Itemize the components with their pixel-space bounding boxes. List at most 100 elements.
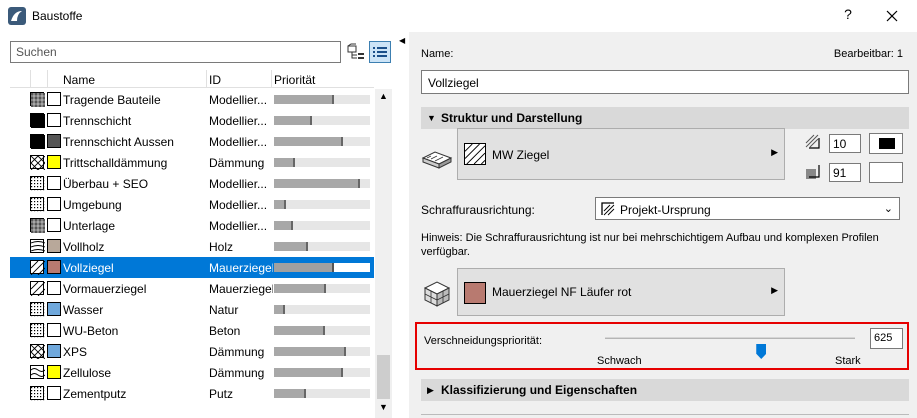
list-item[interactable]: Vollholz Holz [10,236,374,257]
list-item[interactable]: Wasser Natur [10,299,374,320]
material-name: Trennschicht Aussen [63,135,174,149]
app-logo-icon [8,7,26,25]
priority-bar-fill [274,116,313,125]
hatch-swatch-icon [30,302,45,317]
priority-bar-fill [274,263,335,272]
priority-bar [274,95,370,104]
hatch-origin-icon [601,202,615,216]
list-item[interactable]: Zementputz Putz [10,383,374,404]
hatch-swatch-icon [30,323,45,338]
close-button[interactable] [880,6,904,26]
name-label: Name: [421,48,454,60]
hatch-swatch-icon [30,113,45,128]
list-item[interactable]: WU-Beton Beton [10,320,374,341]
hatch-swatch-icon [30,344,45,359]
list-item[interactable]: XPS Dämmung [10,341,374,362]
color-swatch [47,176,61,190]
material-name-field[interactable]: Vollziegel [421,70,909,94]
material-name: Trennschicht [63,114,132,128]
fill-picker-button[interactable]: MW Ziegel ▶ [457,128,785,180]
list-item[interactable]: Trittschalldämmung Dämmung [10,152,374,173]
hatch-pen-icon [805,134,820,149]
material-id: Holz [209,240,234,254]
material-name: Vollholz [63,240,105,254]
hatch-pen-number-field[interactable]: 10 [829,134,861,153]
material-name: Vormauerziegel [63,282,147,296]
surface-picker-button[interactable]: Mauerziegel NF Läufer rot ▶ [457,268,785,316]
scroll-up-icon[interactable]: ▲ [375,91,392,105]
color-swatch [47,113,61,127]
collapsed-triangle-icon: ▶ [427,385,434,395]
priority-bar [274,326,370,335]
color-swatch [47,260,61,274]
list-item[interactable]: Überbau + SEO Modellier... [10,173,374,194]
list-scrollbar[interactable]: ▲ ▼ [375,89,392,418]
list-view-button[interactable] [369,41,391,63]
list-item[interactable]: Trennschicht Modellier... [10,110,374,131]
column-header-priority[interactable]: Priorität [274,73,315,87]
priority-bar-fill [274,347,346,356]
material-name: Überbau + SEO [63,177,149,191]
scroll-down-icon[interactable]: ▼ [375,402,392,416]
priority-bar-fill [274,242,308,251]
hatch-orientation-select[interactable]: Projekt-Ursprung ⌄ [595,197,900,220]
pane-splitter[interactable]: ◀ [394,32,408,418]
title-bar: Baustoffe ? [0,0,917,32]
list-item[interactable]: Umgebung Modellier... [10,194,374,215]
hatch-swatch-icon [30,197,45,212]
material-id: Beton [209,324,241,338]
color-swatch [47,197,61,211]
structure-section-header[interactable]: ▼ Struktur und Darstellung [421,107,909,129]
material-id: Mauerziegel [209,282,273,296]
material-id: Modellier... [209,114,268,128]
fill-name: MW Ziegel [492,148,550,162]
priority-bar [274,242,370,251]
background-pen-color-swatch[interactable] [869,162,903,183]
list-item[interactable]: Trennschicht Aussen Modellier... [10,131,374,152]
list-view-icon [373,47,387,57]
priority-bar-fill [274,284,326,293]
classification-section-header[interactable]: ▶ Klassifizierung und Eigenschaften [421,379,909,401]
material-id: Dämmung [209,156,265,170]
hatch-swatch-icon [30,92,45,107]
priority-bar-fill [274,200,287,209]
scrollbar-thumb[interactable] [377,355,390,399]
priority-bar-fill [274,158,296,167]
color-swatch [47,386,61,400]
help-button[interactable]: ? [836,6,860,26]
priority-value-field[interactable]: 625 [870,328,903,349]
column-header-name[interactable]: Name [63,73,95,87]
material-name: Wasser [63,303,104,317]
background-pen-number-field[interactable]: 91 [829,163,861,182]
priority-bar-fill [274,95,334,104]
list-item[interactable]: Zellulose Dämmung [10,362,374,383]
material-editor: Name: Bearbeitbar: 1 Vollziegel ▼ Strukt… [409,32,917,418]
structure-section-title: Struktur und Darstellung [441,111,583,125]
search-input[interactable]: Suchen [10,41,341,63]
material-id: Natur [209,303,239,317]
list-item[interactable]: Unterlage Modellier... [10,215,374,236]
pen-color-black [879,138,895,149]
color-swatch [47,344,61,358]
folder-tree-icon [347,43,364,59]
folder-view-button[interactable] [346,42,366,62]
list-item[interactable]: Vormauerziegel Mauerziegel [10,278,374,299]
color-swatch [47,92,61,106]
list-item[interactable]: Tragende Bauteile Modellier... [10,89,374,110]
color-swatch [47,155,61,169]
list-header: Name ID Priorität [10,70,374,88]
hatch-pen-color-swatch[interactable] [869,133,903,154]
chevron-right-icon: ▶ [771,147,778,157]
list-item[interactable]: Vollziegel Mauerziegel [10,257,374,278]
collapse-left-icon[interactable]: ◀ [399,36,405,45]
priority-slider-thumb[interactable] [756,344,767,359]
material-name: Zellulose [63,366,112,380]
material-id: Modellier... [209,177,268,191]
column-header-id[interactable]: ID [209,73,221,87]
hatch-swatch-icon [30,239,45,253]
hatch-swatch-icon [30,176,45,191]
priority-label: Verschneidungspriorität: [424,335,543,347]
priority-slider[interactable] [605,337,855,359]
editable-count: Bearbeitbar: 1 [833,48,903,60]
priority-bar [274,347,370,356]
